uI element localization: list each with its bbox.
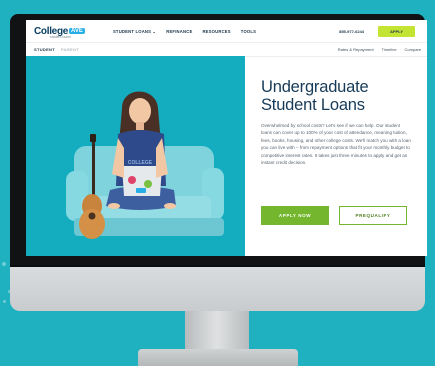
monitor-chin <box>10 267 425 311</box>
link-timeline[interactable]: Timeline <box>382 47 397 52</box>
headline-line-1: Undergraduate <box>261 78 369 96</box>
main-nav-links: STUDENT LOANS ⌄ REFINANCE RESOURCES TOOL… <box>113 29 256 34</box>
top-navigation: College AVE student loans STUDENT LOANS … <box>26 20 427 43</box>
sub-navigation-links: Rates & Repayment Timeline Compare <box>338 47 421 52</box>
link-rates-repayment[interactable]: Rates & Repayment <box>338 47 374 52</box>
monitor-bezel: College AVE student loans STUDENT LOANS … <box>10 14 427 279</box>
headline-line-2: Student Loans <box>261 96 365 114</box>
monitor-stand-neck <box>185 311 249 351</box>
monitor-stand-base <box>138 349 298 366</box>
logo-mark: AVE <box>69 28 85 34</box>
girl-face <box>129 98 151 124</box>
monitor-screen: College AVE student loans STUDENT LOANS … <box>26 20 427 256</box>
tab-parent[interactable]: PARENT <box>61 47 79 52</box>
sub-navigation: STUDENT PARENT Rates & Repayment Timelin… <box>26 42 427 57</box>
page-title: Undergraduate Student Loans <box>261 78 421 114</box>
nav-student-loans[interactable]: STUDENT LOANS ⌄ <box>113 29 156 34</box>
background-dot <box>2 262 6 266</box>
collegeave-logo[interactable]: College AVE student loans <box>34 26 85 39</box>
tab-student[interactable]: STUDENT <box>34 47 55 52</box>
prequalify-button[interactable]: PREQUALIFY <box>339 206 407 225</box>
nav-tools[interactable]: TOOLS <box>241 29 256 34</box>
hero-content: Undergraduate Student Loans Overwhelmed … <box>259 56 427 256</box>
nav-refinance[interactable]: REFINANCE <box>166 29 192 34</box>
hero-illustration: COLLEGE <box>26 56 245 256</box>
nav-resources[interactable]: RESOURCES <box>202 29 230 34</box>
apply-now-button[interactable]: APPLY NOW <box>261 206 329 225</box>
logo-subtitle: student loans <box>50 35 71 39</box>
shirt-text: COLLEGE <box>128 160 153 166</box>
hero-body-text: Overwhelmed by school costs? Let's see i… <box>261 123 411 166</box>
nav-apply-button[interactable]: APPLY <box>378 25 415 37</box>
link-compare[interactable]: Compare <box>405 47 421 52</box>
student-on-couch-illustration: COLLEGE <box>66 91 224 239</box>
background-dot <box>3 300 6 303</box>
phone-number-link[interactable]: 855-977-6244 <box>339 29 364 34</box>
